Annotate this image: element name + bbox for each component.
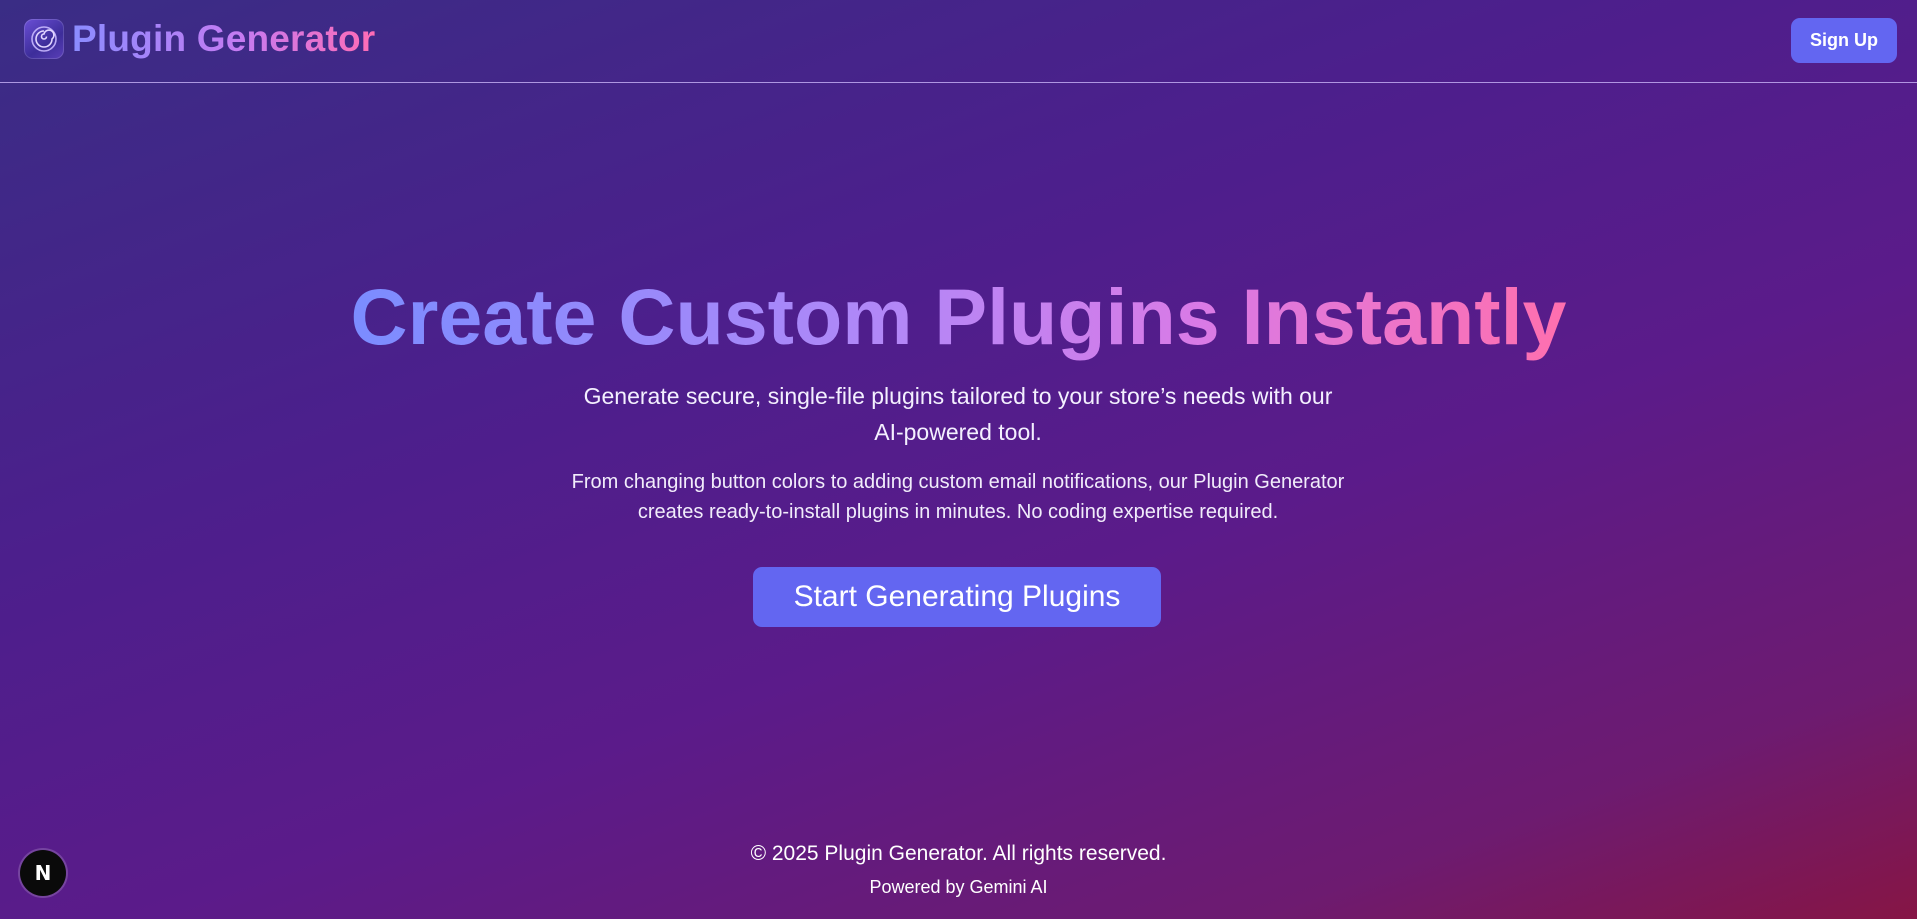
hero-subtitle: Generate secure, single-file plugins tai… [528, 378, 1388, 450]
footer-powered-by: Powered by Gemini AI [869, 877, 1048, 897]
brand-title[interactable]: Plugin Generator [72, 17, 375, 61]
hero-description-line-2: creates ready-to-install plugins in minu… [637, 501, 1279, 523]
nextjs-dev-indicator-icon[interactable]: N [20, 850, 66, 896]
next-badge-letter: N [34, 861, 52, 885]
sign-up-button[interactable]: Sign Up [1791, 18, 1897, 63]
footer-copyright: © 2025 Plugin Generator. All rights rese… [750, 842, 1167, 865]
hero-title-text: Create Custom Plugins Instantly [350, 272, 1567, 361]
spiral-logo-icon[interactable] [24, 19, 64, 59]
hero-description: From changing button colors to adding cu… [508, 467, 1408, 527]
hero-subtitle-line-2: AI-powered tool. [874, 419, 1042, 445]
hero-title: Create Custom Plugins Instantly [0, 272, 1917, 362]
hero-subtitle-line-1: Generate secure, single-file plugins tai… [583, 383, 1333, 409]
hero-description-line-1: From changing button colors to adding cu… [571, 471, 1345, 493]
top-navbar: Plugin Generator Sign Up [0, 0, 1917, 83]
start-generating-button[interactable]: Start Generating Plugins [753, 567, 1161, 627]
